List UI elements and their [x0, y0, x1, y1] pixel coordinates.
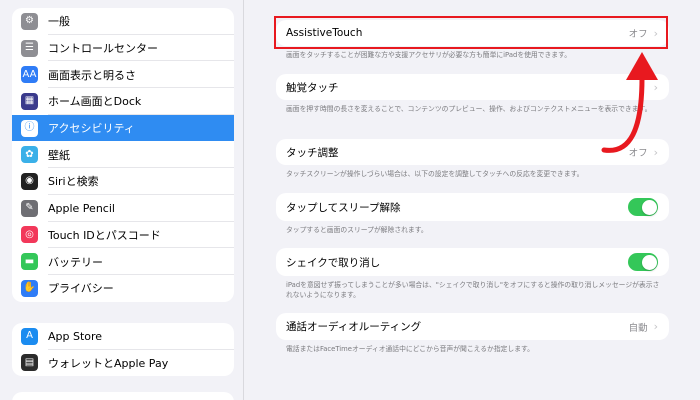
- touch-accommodations-description: タッチスクリーンが操作しづらい場合は、以下の設定を調整してタッチへの反応を変更で…: [286, 170, 584, 178]
- touch-accommodations-label: タッチ調整: [286, 146, 339, 159]
- shake-to-undo-row: シェイクで取り消し: [276, 248, 669, 276]
- sidebar-item-label: Touch IDとパスコード: [48, 228, 161, 242]
- assistivetouch-value: オフ: [628, 29, 648, 40]
- toggle-knob: [641, 199, 657, 215]
- touch-accommodations-value: オフ: [628, 148, 648, 159]
- tap-to-wake-description: タップすると画面のスリープが解除されます。: [286, 226, 428, 234]
- call-audio-routing-value: 自動: [628, 322, 648, 334]
- hand-icon: ✋: [21, 279, 38, 297]
- chevron-right-icon: ›: [653, 145, 658, 159]
- chevron-right-icon: ›: [653, 80, 658, 94]
- pencil-icon: ✎: [21, 199, 38, 217]
- shake-to-undo-toggle[interactable]: [628, 253, 658, 271]
- tap-to-wake-row: タップしてスリープ解除: [276, 193, 669, 221]
- sidebar-item-label: 画面表示と明るさ: [48, 68, 136, 82]
- sidebar-item[interactable]: ◉ Siriと検索: [12, 168, 234, 195]
- assistivetouch-row[interactable]: AssistiveTouch オフ ›: [276, 20, 669, 46]
- call-audio-routing-description: 電話またはFaceTimeオーディオ通話中にどこから音声が聞こえるか指定します。: [286, 345, 534, 353]
- sidebar-item-label: コントロールセンター: [48, 42, 158, 56]
- sidebar-item-label: 一般: [48, 15, 70, 29]
- tap-to-wake-label: タップしてスリープ解除: [286, 201, 401, 214]
- haptic-touch-label: 触覚タッチ: [286, 81, 339, 94]
- sidebar-item[interactable]: ✿ 壁紙: [12, 141, 234, 168]
- sidebar-item[interactable]: AA 画面表示と明るさ: [12, 61, 234, 88]
- chevron-right-icon: ›: [653, 320, 658, 333]
- sidebar-group-store: A App Store ▤ ウォレットとApple Pay: [12, 323, 234, 376]
- haptic-touch-description: 画面を押す時間の長さを変えることで、コンテンツのプレビュー、操作、およびコンテク…: [286, 105, 652, 113]
- call-audio-routing-row[interactable]: 通話オーディオルーティング 自動 ›: [276, 313, 669, 340]
- assistivetouch-label: AssistiveTouch: [286, 27, 363, 39]
- switches-icon: ☰: [21, 39, 38, 57]
- accessibility-touch-pane: AssistiveTouch オフ › 画面をタッチすることが困難な方や支援アク…: [245, 0, 700, 400]
- sidebar-item[interactable]: ⚙ 一般: [12, 8, 234, 35]
- sidebar-item[interactable]: ✋ プライバシー: [12, 275, 234, 302]
- wallpaper-icon: ✿: [21, 146, 38, 164]
- tap-to-wake-toggle[interactable]: [628, 198, 658, 216]
- assistivetouch-description: 画面をタッチすることが困難な方や支援アクセサリが必要な方も簡単にiPadを使用で…: [286, 51, 572, 59]
- sidebar-item-label: プライバシー: [48, 282, 114, 296]
- sidebar-item-label: ホーム画面とDock: [48, 95, 142, 109]
- sidebar-group-system: ⚙ 一般 ☰ コントロールセンター AA 画面表示と明るさ ▦ ホーム画面とDock ⓘ アクセシ…: [12, 8, 234, 302]
- sidebar-item[interactable]: ▬ バッテリー: [12, 248, 234, 275]
- shake-to-undo-description: iPadを意図せず振ってしまうことが多い場合は、"シェイクで取り消し"をオフにす…: [286, 281, 660, 299]
- sidebar-item[interactable]: A App Store: [12, 323, 234, 350]
- text-size-icon: AA: [21, 66, 38, 84]
- wallet-icon: ▤: [21, 354, 38, 372]
- call-audio-routing-label: 通話オーディオルーティング: [286, 321, 422, 333]
- chevron-right-icon: ›: [653, 26, 658, 40]
- sidebar-item-label: 壁紙: [48, 148, 70, 162]
- touch-accommodations-row[interactable]: タッチ調整 オフ ›: [276, 139, 669, 165]
- haptic-touch-row[interactable]: 触覚タッチ ›: [276, 74, 669, 100]
- sidebar-item[interactable]: ✎ Apple Pencil: [12, 195, 234, 222]
- accessibility-icon: ⓘ: [21, 119, 38, 137]
- settings-sidebar: ⚙ 一般 ☰ コントロールセンター AA 画面表示と明るさ ▦ ホーム画面とDock ⓘ アクセシ…: [0, 0, 244, 400]
- sidebar-item[interactable]: ⓘ アクセシビリティ: [12, 114, 234, 142]
- sidebar-item[interactable]: ▦ ホーム画面とDock: [12, 88, 234, 115]
- sidebar-group-partial: [12, 392, 234, 400]
- fingerprint-icon: ◎: [21, 226, 38, 244]
- gear-icon: ⚙: [21, 12, 38, 30]
- sidebar-item-label: バッテリー: [48, 255, 103, 269]
- sidebar-item-label: Apple Pencil: [48, 201, 115, 215]
- battery-icon: ▬: [21, 253, 38, 271]
- sidebar-item-label: ウォレットとApple Pay: [48, 356, 169, 370]
- sidebar-item[interactable]: ▤ ウォレットとApple Pay: [12, 350, 234, 377]
- siri-icon: ◉: [21, 172, 38, 190]
- sidebar-item-label: App Store: [48, 329, 103, 343]
- toggle-knob: [641, 254, 657, 270]
- home-grid-icon: ▦: [21, 92, 38, 110]
- sidebar-item-label: アクセシビリティ: [48, 122, 135, 136]
- shake-to-undo-label: シェイクで取り消し: [286, 256, 381, 269]
- app-store-icon: A: [21, 327, 38, 345]
- sidebar-item-label: Siriと検索: [48, 175, 99, 189]
- sidebar-item[interactable]: ◎ Touch IDとパスコード: [12, 222, 234, 249]
- sidebar-item[interactable]: ☰ コントロールセンター: [12, 35, 234, 62]
